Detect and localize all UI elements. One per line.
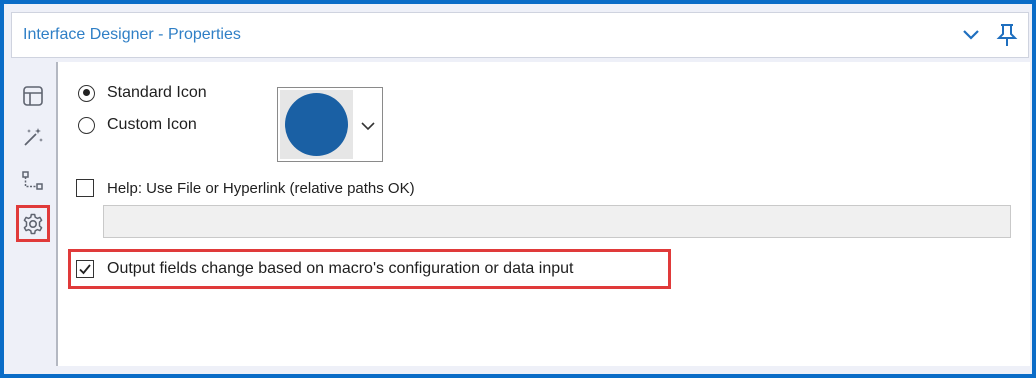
help-path-input[interactable] [103,205,1011,238]
custom-icon-label: Custom Icon [107,116,197,133]
standard-icon-option[interactable]: Standard Icon [78,82,207,104]
chevron-down-icon[interactable] [361,118,375,131]
circle-icon [285,93,348,156]
icon-picker-dropdown[interactable] [277,87,383,162]
pin-icon[interactable] [996,23,1018,47]
panel-header: Interface Designer - Properties [11,12,1029,58]
tree-icon[interactable] [21,169,45,193]
magic-wand-icon[interactable] [21,125,45,149]
help-checkbox[interactable] [76,179,94,197]
icon-preview [280,90,353,159]
output-fields-checkbox[interactable] [76,260,94,278]
standard-icon-radio[interactable] [78,84,95,102]
output-fields-label: Output fields change based on macro's co… [107,260,574,277]
custom-icon-option[interactable]: Custom Icon [78,114,197,136]
chevron-down-icon[interactable] [962,28,980,42]
help-option[interactable]: Help: Use File or Hyperlink (relative pa… [76,177,415,199]
properties-content: Standard Icon Custom Icon Help: Use File… [56,62,1030,366]
sidebar [11,62,54,366]
output-fields-option[interactable]: Output fields change based on macro's co… [76,258,573,280]
properties-window: Interface Designer - Properties Standard… [0,0,1036,378]
custom-icon-radio[interactable] [78,116,95,134]
layout-icon[interactable] [21,84,45,108]
panel-title: Interface Designer - Properties [23,26,241,43]
help-label: Help: Use File or Hyperlink (relative pa… [107,179,415,197]
active-tab-highlight [16,205,50,242]
standard-icon-label: Standard Icon [107,84,207,101]
